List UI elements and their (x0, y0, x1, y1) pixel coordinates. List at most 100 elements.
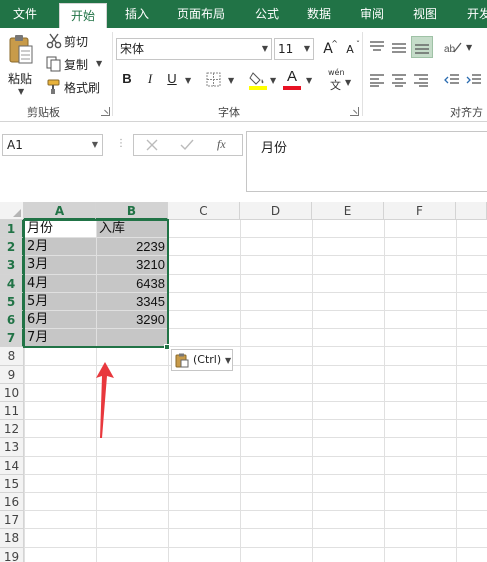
orientation-dropdown-icon[interactable]: ▼ (466, 43, 472, 52)
row-header-6[interactable]: 6 (0, 311, 24, 330)
decrease-indent-icon[interactable] (444, 73, 460, 87)
paste-button[interactable]: 粘贴 ▼ (4, 32, 38, 98)
caret-down-icon: ˇ (356, 40, 360, 49)
row-header-3[interactable]: 3 (0, 256, 24, 275)
align-center-icon[interactable] (391, 73, 407, 87)
row-header-1[interactable]: 1 (0, 220, 24, 239)
column-header-a[interactable]: A (24, 202, 96, 220)
row-header-17[interactable]: 17 (0, 511, 24, 530)
tab-file[interactable]: 文件 (0, 0, 50, 28)
gridline (24, 492, 487, 493)
row-header-2[interactable]: 2 (0, 238, 24, 257)
row-header-7[interactable]: 7 (0, 329, 24, 348)
row-header-5[interactable]: 5 (0, 292, 24, 311)
paste-options-button[interactable]: (Ctrl) ▼ (171, 349, 233, 371)
format-painter-icon (47, 79, 60, 94)
grow-font-button[interactable]: A ^ (318, 39, 338, 59)
copy-icon (46, 56, 61, 72)
increase-indent-icon[interactable] (466, 73, 482, 87)
drag-handle-icon[interactable]: ⋮ (116, 138, 126, 149)
formula-content: 月份 (261, 141, 288, 156)
font-name-combo[interactable]: 宋体 ▼ (116, 38, 272, 60)
borders-icon[interactable] (206, 72, 221, 87)
tab-view[interactable]: 视图 (403, 0, 447, 28)
row-header-15[interactable]: 15 (0, 474, 24, 493)
cut-button[interactable]: 剪切 (44, 32, 96, 50)
row-header-12[interactable]: 12 (0, 420, 24, 439)
underline-button[interactable]: U (162, 69, 182, 89)
group-divider (362, 32, 363, 116)
select-all-button[interactable] (0, 202, 24, 220)
tab-formulas[interactable]: 公式 (245, 0, 289, 28)
align-bottom-button[interactable] (411, 36, 433, 58)
clipboard-launcher-icon[interactable] (101, 107, 110, 116)
tab-insert[interactable]: 插入 (115, 0, 159, 28)
font-color-dropdown-icon[interactable]: ▼ (306, 76, 312, 85)
row-header-16[interactable]: 16 (0, 493, 24, 512)
chevron-down-icon: ▼ (261, 44, 268, 53)
paste-options-label: (Ctrl) (193, 353, 222, 366)
format-painter-button[interactable]: 格式刷 (44, 78, 106, 96)
column-header-d[interactable]: D (240, 202, 312, 220)
column-header-c[interactable]: C (168, 202, 240, 220)
gridline (24, 473, 487, 475)
row-header-9[interactable]: 9 (0, 365, 24, 384)
shrink-font-label: A (346, 43, 354, 56)
tab-data[interactable]: 数据 (297, 0, 341, 28)
align-right-icon[interactable] (413, 73, 429, 87)
tab-page-layout[interactable]: 页面布局 (168, 0, 234, 28)
fill-color-dropdown-icon[interactable]: ▼ (270, 76, 276, 85)
align-left-icon[interactable] (369, 73, 385, 87)
paste-icon (9, 35, 33, 64)
row-header-19[interactable]: 19 (0, 547, 24, 562)
cancel-icon[interactable] (146, 139, 158, 151)
font-launcher-icon[interactable] (350, 107, 359, 116)
align-top-icon[interactable] (369, 40, 385, 54)
svg-text:ab: ab (444, 44, 456, 54)
name-box[interactable]: A1 ▼ (2, 134, 103, 156)
orientation-icon[interactable]: ab (444, 40, 462, 54)
font-size-combo[interactable]: 11 ▼ (274, 38, 314, 60)
column-header-e[interactable]: E (312, 202, 384, 220)
chevron-down-icon: ▼ (91, 140, 98, 149)
row-header-14[interactable]: 14 (0, 456, 24, 475)
align-middle-icon[interactable] (391, 40, 407, 54)
paste-dropdown-icon: ▼ (18, 87, 25, 96)
underline-dropdown-icon[interactable]: ▼ (185, 76, 191, 85)
clipboard-group-label: 剪贴板 (27, 106, 60, 119)
fill-color-icon[interactable] (249, 70, 267, 90)
worksheet-grid[interactable]: A B C D E F 1 2 3 4 5 6 7 8 9 10 11 12 13 14 15 16 17 18 19 月份 入库 2… (0, 202, 487, 562)
column-header-g[interactable] (456, 202, 487, 220)
group-divider (112, 32, 113, 116)
row-header-8[interactable]: 8 (0, 347, 24, 366)
row-header-18[interactable]: 18 (0, 529, 24, 548)
formula-input[interactable]: 月份 (246, 131, 487, 192)
font-color-button[interactable]: A (283, 68, 303, 90)
caret-up-icon: ^ (331, 39, 338, 48)
italic-button[interactable]: I (140, 69, 160, 89)
column-header-b[interactable]: B (96, 202, 168, 220)
row-header-11[interactable]: 11 (0, 402, 24, 421)
font-color-swatch (283, 86, 301, 90)
phonetic-pinyin: wén (328, 68, 345, 77)
borders-dropdown-icon[interactable]: ▼ (228, 76, 234, 85)
bold-button[interactable]: B (117, 69, 137, 89)
tab-home[interactable]: 开始 (59, 3, 107, 28)
cut-label: 剪切 (64, 35, 89, 49)
tab-review[interactable]: 审阅 (350, 0, 394, 28)
phonetic-button[interactable]: wén 文 ▼ (326, 68, 352, 92)
gridline (24, 528, 487, 530)
tab-developer[interactable]: 开发 (457, 0, 487, 28)
row-header-4[interactable]: 4 (0, 274, 24, 293)
insert-function-button[interactable]: fx (217, 137, 226, 152)
row-header-10[interactable]: 10 (0, 383, 24, 402)
column-header-f[interactable]: F (384, 202, 456, 220)
red-arrow-annotation (96, 362, 114, 438)
enter-icon[interactable] (180, 139, 194, 151)
shrink-font-button[interactable]: Aˇ (340, 40, 360, 60)
row-header-13[interactable]: 13 (0, 438, 24, 457)
fill-handle[interactable] (164, 344, 170, 351)
copy-button[interactable]: 复制 ▼ (44, 55, 106, 73)
formula-buttons: fx (133, 134, 243, 156)
ribbon-tab-bar: 文件 开始 插入 页面布局 公式 数据 审阅 视图 开发 (0, 0, 487, 28)
